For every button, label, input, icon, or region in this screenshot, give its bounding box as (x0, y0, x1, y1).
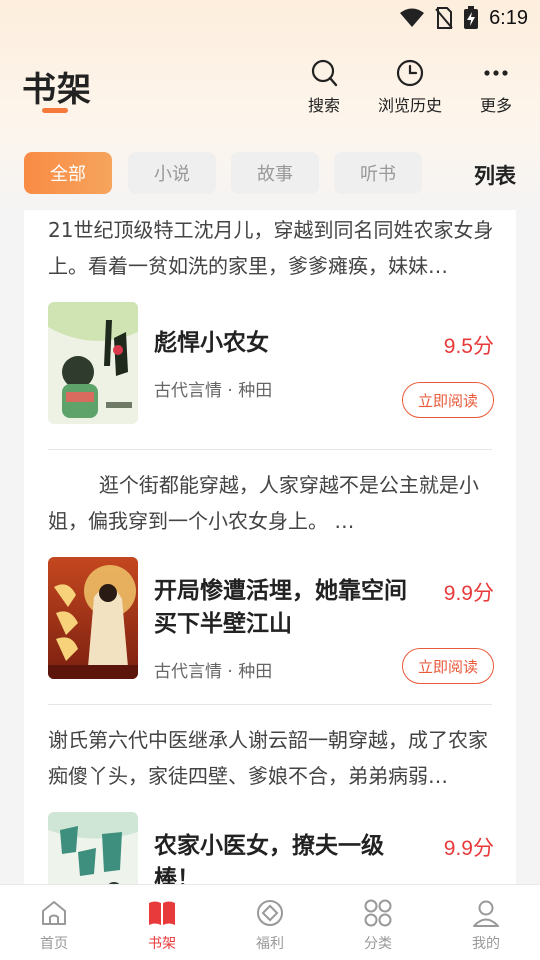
search-icon (311, 59, 338, 87)
status-time: 6:19 (489, 6, 528, 29)
nav-home[interactable]: 首页 (0, 885, 108, 960)
bookshelf-icon (149, 901, 175, 925)
home-icon (42, 901, 66, 925)
book-description: 21世纪顶级特工沈月儿，穿越到同名同姓农家女身上。看着一贫如洗的家里，爹爹瘫痪，… (48, 218, 494, 278)
nav-category[interactable]: 分类 (324, 885, 432, 960)
book-score: 9.5分 (443, 335, 494, 358)
book-title: 开局惨遭活埋，她靠空间买下半壁江山 (154, 578, 407, 637)
list-view-toggle[interactable]: 列表 (474, 160, 516, 190)
book-cover (48, 302, 138, 424)
nav-home-label: 首页 (40, 936, 68, 952)
title-underline (42, 108, 68, 113)
category-tabs: 全部 小说 故事 听书 列表 (0, 152, 540, 196)
status-bar: 6:19 (0, 0, 540, 36)
gift-icon (257, 900, 283, 926)
tab-audiobook[interactable]: 听书 (334, 152, 422, 194)
book-cover (48, 557, 138, 679)
tab-all[interactable]: 全部 (24, 152, 112, 194)
user-icon (473, 900, 499, 927)
nav-profile[interactable]: 我的 (432, 885, 540, 960)
book-tags: 古代言情 · 种田 (154, 381, 273, 401)
divider (48, 704, 492, 705)
page-title: 书架 (22, 70, 92, 110)
clock-icon (396, 59, 424, 87)
book-score: 9.9分 (443, 837, 494, 860)
nav-bookshelf[interactable]: 书架 (108, 885, 216, 960)
read-now-button[interactable]: 立即阅读 (402, 648, 494, 684)
wifi-icon (400, 8, 425, 27)
bottom-nav: 首页 书架 福利 分类 我的 (0, 884, 540, 960)
search-button[interactable]: 搜索 (308, 58, 340, 116)
book-score: 9.9分 (443, 582, 494, 605)
book-list: 21世纪顶级特工沈月儿，穿越到同名同姓农家女身上。看着一贫如洗的家里，爹爹瘫痪，… (24, 210, 516, 884)
book-cover (48, 812, 138, 884)
history-label: 浏览历史 (378, 96, 443, 115)
more-button[interactable]: 更多 (480, 58, 512, 116)
nav-welfare[interactable]: 福利 (216, 885, 324, 960)
more-label: 更多 (480, 96, 513, 115)
book-title: 彪悍小农女 (154, 330, 269, 356)
nav-profile-label: 我的 (472, 936, 500, 952)
nav-bookshelf-label: 书架 (148, 936, 176, 952)
book-description: 谢氏第六代中医继承人谢云韶一朝穿越，成了农家痴傻丫头，家徒四壁、爹娘不合，弟弟病… (48, 728, 488, 788)
book-title: 农家小医女，撩夫一级棒！ (154, 833, 384, 884)
search-label: 搜索 (308, 96, 341, 115)
category-icon (364, 899, 392, 927)
nav-category-label: 分类 (364, 936, 392, 952)
book-description: 逛个街都能穿越，人家穿越不是公主就是小姐，偏我穿到一个小农女身上。 … (48, 473, 479, 533)
divider (48, 449, 492, 450)
no-sim-icon (435, 7, 453, 29)
more-dots-icon (484, 70, 508, 76)
header: 书架 搜索 浏览历史 更多 (0, 56, 540, 120)
read-now-button[interactable]: 立即阅读 (402, 382, 494, 418)
battery-charging-icon (464, 6, 479, 29)
tab-story[interactable]: 故事 (231, 152, 319, 194)
history-button[interactable]: 浏览历史 (378, 58, 442, 116)
tab-novel[interactable]: 小说 (128, 152, 216, 194)
book-tags: 古代言情 · 种田 (154, 662, 273, 682)
nav-welfare-label: 福利 (256, 936, 284, 952)
